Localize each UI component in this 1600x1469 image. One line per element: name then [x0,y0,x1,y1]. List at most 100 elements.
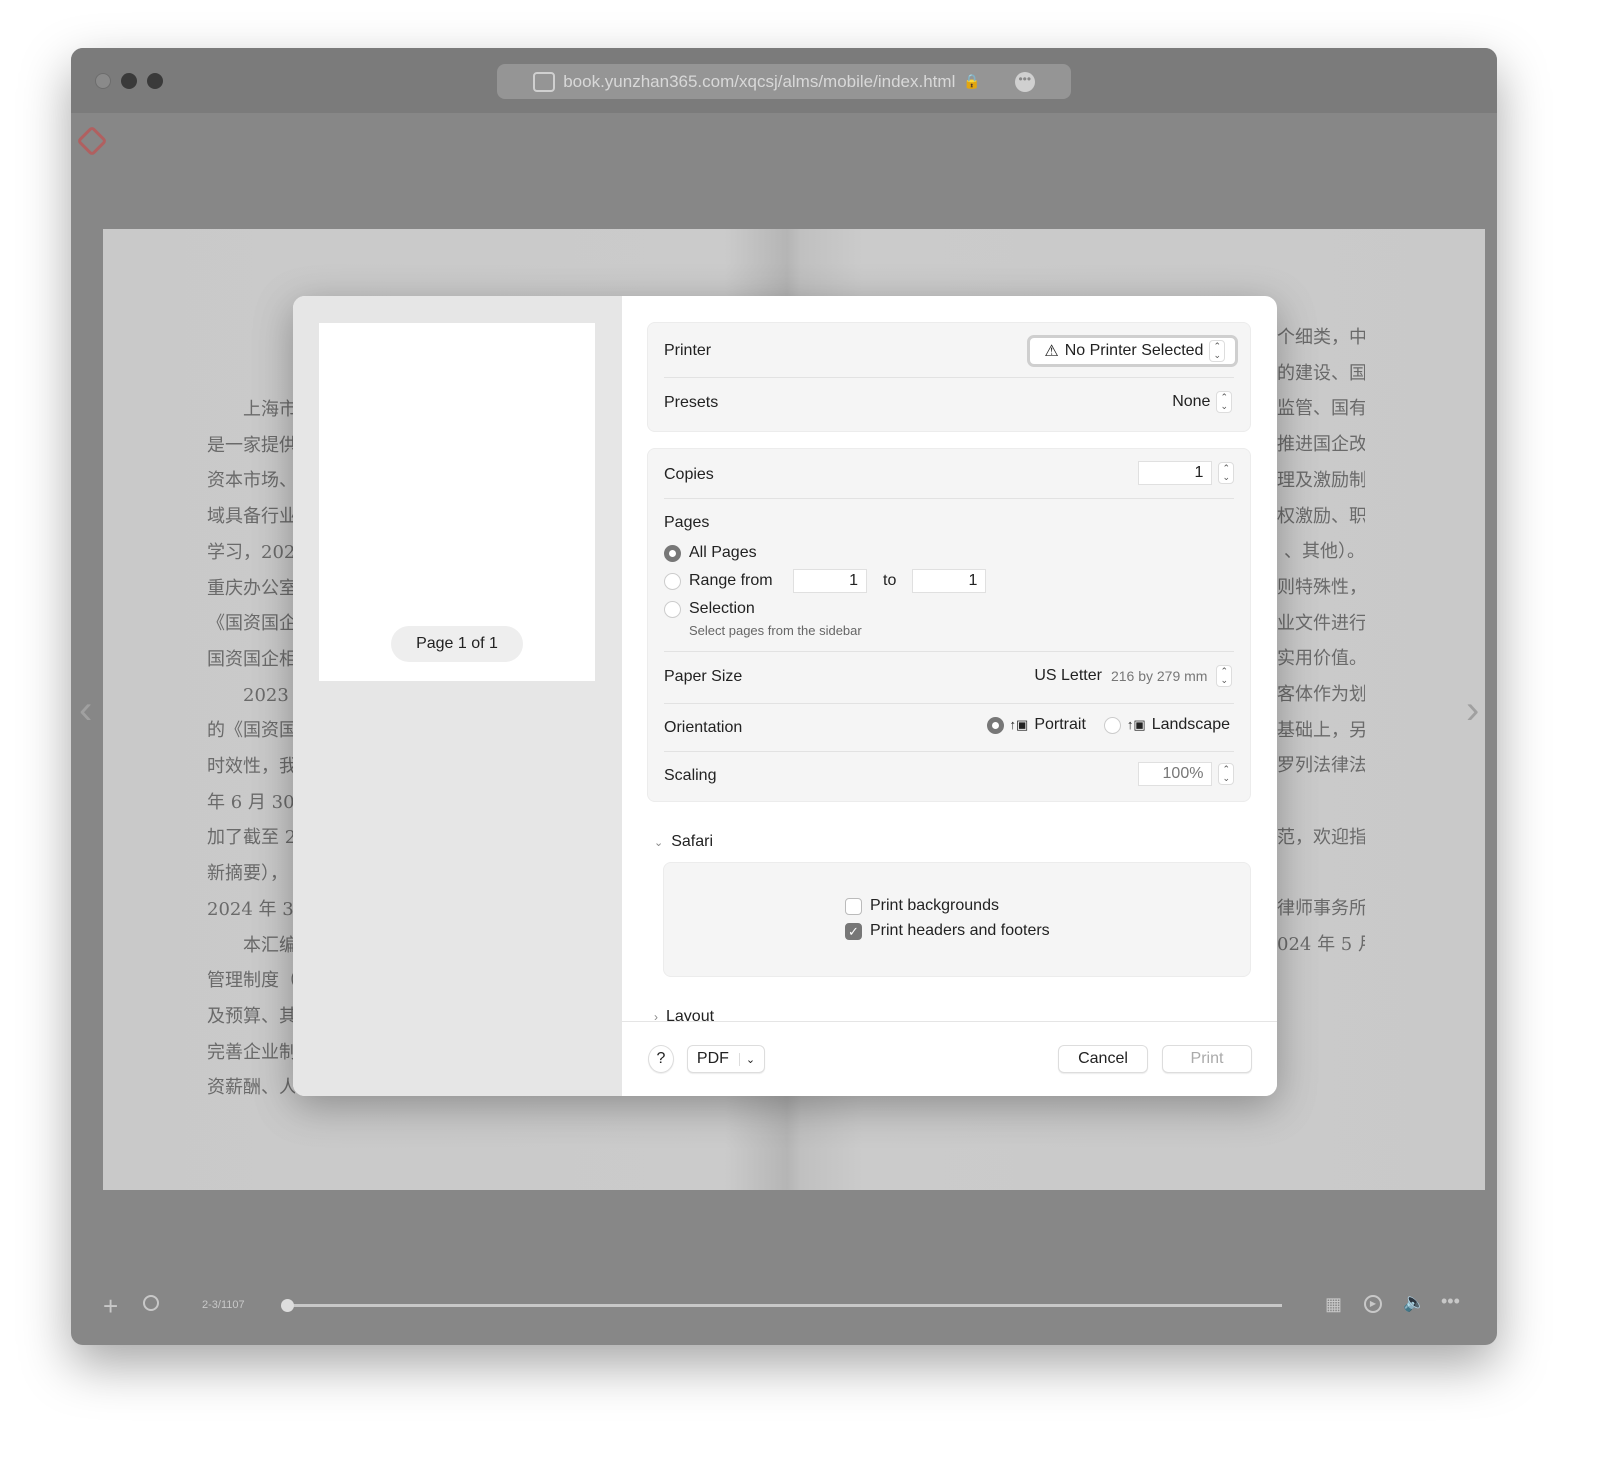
close-window-button[interactable] [95,73,111,89]
scaling-stepper[interactable]: ⌃ ⌄ [1218,763,1234,785]
text-line: 的《国资国 [207,720,295,742]
layout-section-toggle[interactable]: › Layout [654,1008,714,1021]
text-line [1277,784,1365,820]
sound-icon[interactable]: 🔈 [1403,1292,1425,1313]
text-line: 域具备行业 [207,506,295,528]
help-button[interactable]: ? [648,1045,674,1073]
zoom-window-button[interactable] [147,73,163,89]
selection-hint: Select pages from the sidebar [689,622,862,638]
cancel-button[interactable]: Cancel [1058,1045,1148,1073]
presets-select[interactable]: None ⌃ ⌄ [1172,391,1232,413]
portrait-label: Portrait [1034,716,1086,733]
portrait-radio[interactable] [986,716,1004,734]
pdf-menu-button[interactable]: PDF ⌄ [687,1045,765,1073]
printer-select[interactable]: ⚠ No Printer Selected ⌃ ⌄ [1027,335,1238,367]
page-preview[interactable]: Page 1 of 1 [319,323,595,681]
minimize-window-button[interactable] [121,73,137,89]
print-backgrounds-checkbox[interactable]: Print backgrounds [845,897,999,915]
text-line: 024 年 5 月 [1277,933,1365,955]
text-line: 个细类，中 [1277,327,1365,348]
text-line: 年 6 月 30 [207,791,295,813]
autoplay-icon[interactable]: ▶ [1364,1295,1382,1313]
presets-value: None [1172,393,1211,410]
slider-handle[interactable] [281,1299,294,1312]
paper-dimensions: 216 by 279 mm [1110,668,1208,684]
text-line: 罗列法律法 [1277,755,1365,777]
warning-icon: ⚠ [1044,343,1059,360]
left-page-text: 上海市 是一家提供 资本市场、 域具备行业 学习，202 重庆办公室 《国资国企 国资国企相 … [207,392,295,1106]
text-line: 2023 年 [242,684,295,706]
url-text: book.yunzhan365.com/xqcsj/alms/mobile/in… [563,71,956,91]
text-line: 及预算、其 [207,1005,295,1027]
range-from-input[interactable]: 1 [793,569,867,593]
text-line: 国资国企相 [207,648,295,670]
chevron-updown-icon: ⌃ ⌄ [1216,665,1232,687]
copies-input[interactable]: 1 [1138,461,1213,485]
add-icon[interactable]: + [103,1291,118,1322]
radio-off[interactable] [664,600,681,618]
preview-pane: Page 1 of 1 [293,296,622,1096]
print-button[interactable]: Print [1162,1045,1252,1073]
text-line: 加了截至 2 [207,827,295,849]
print-headers-checkbox[interactable]: ✓ Print headers and footers [845,922,1050,940]
text-line: 是一家提供 [207,434,295,456]
print-settings: Printer ⚠ No Printer Selected ⌃ ⌄ Presets… [622,296,1277,1021]
to-label: to [883,572,897,589]
text-line: 推进国企改 [1277,434,1365,456]
landscape-radio[interactable] [1103,716,1121,734]
address-bar[interactable]: book.yunzhan365.com/xqcsj/alms/mobile/in… [497,64,1071,99]
range-radio[interactable]: Range from 1 to 1 [664,569,1234,593]
checkbox[interactable] [845,897,862,915]
paper-size-select[interactable]: US Letter 216 by 279 mm ⌃ ⌄ [1034,665,1232,687]
site-icon [533,71,556,92]
landscape-icon: ↑▣ [1126,717,1146,732]
lock-icon: 🔒 [963,73,981,89]
text-line: 理及激励制 [1277,469,1365,491]
landscape-label: Landscape [1151,716,1230,733]
text-line: 管理制度（ [207,970,295,992]
chevron-updown-icon: ⌃ ⌄ [1209,340,1225,362]
safari-options: Print backgrounds ✓ Print headers and foo… [663,862,1251,977]
text-line: 完善企业制 [207,1041,295,1063]
more-icon[interactable]: ••• [1014,71,1035,92]
right-page-text: 个细类，中 的建设、国 监管、国有 推进国企改 理及激励制 权激励、职 、其他）。 则特殊性，… [1277,320,1365,963]
chevron-updown-icon: ⌃ ⌄ [1216,391,1232,413]
range-to-input[interactable]: 1 [912,569,987,593]
text-line: 监管、国有 [1277,398,1365,420]
range-label: Range from [689,572,773,589]
print-headers-label: Print headers and footers [870,922,1050,939]
more-options-icon[interactable]: ••• [1441,1291,1460,1312]
printer-group: Printer ⚠ No Printer Selected ⌃ ⌄ Presets… [647,322,1251,432]
selection-radio[interactable]: Selection [664,597,1234,621]
copies-stepper[interactable]: ⌃ ⌄ [1218,462,1234,484]
text-line: 基础上，另 [1277,719,1365,741]
text-line: 学习，202 [207,541,295,563]
text-line: 时效性，我 [207,756,295,778]
chevron-down-icon: ⌄ [654,836,664,849]
text-line: 业文件进行 [1277,612,1365,634]
text-line [1277,856,1365,892]
paper-size-value: US Letter [1034,667,1102,684]
checkbox[interactable]: ✓ [845,922,862,940]
selection-label: Selection [689,600,755,617]
pages-label: Pages [664,514,710,531]
safari-section-toggle[interactable]: ⌄ Safari [654,833,713,851]
next-page-arrow-icon[interactable]: › [1466,688,1479,733]
page-indicator: 2-3/1107 [202,1299,245,1311]
text-line: 本汇编 [207,934,295,956]
print-dialog: Page 1 of 1 Printer ⚠ No Printer Selecte… [293,296,1277,1096]
portrait-icon: ↑▣ [1009,717,1029,732]
title-bar: book.yunzhan365.com/xqcsj/alms/mobile/in… [71,48,1497,113]
copies-pages-group: Copies 1 ⌃ ⌄ Pages All Pages Range from 1… [647,448,1251,802]
all-pages-label: All Pages [689,544,757,561]
search-icon[interactable] [143,1295,159,1311]
page-slider[interactable] [281,1299,1282,1312]
scaling-input[interactable]: 100% [1138,762,1213,786]
thumbnails-icon[interactable]: ▦ [1325,1294,1342,1315]
radio-off[interactable] [664,572,681,590]
text-line: 重庆办公室 [207,577,295,599]
text-line: 资薪酬、人 [207,1077,295,1099]
all-pages-radio[interactable]: All Pages [664,541,1234,565]
prev-page-arrow-icon[interactable]: ‹ [79,688,92,733]
radio-on[interactable] [664,544,681,562]
